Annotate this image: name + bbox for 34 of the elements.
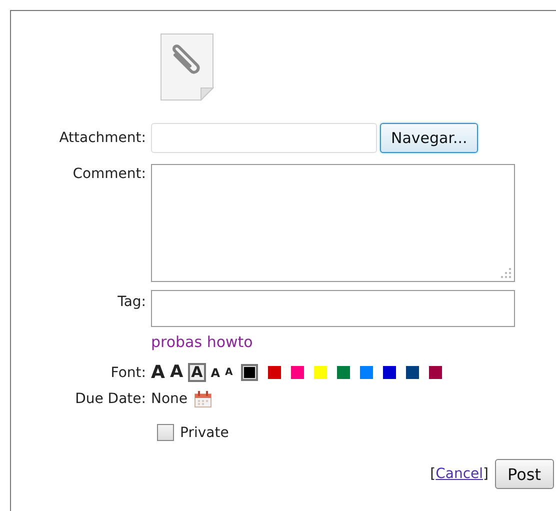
post-button[interactable]: Post: [494, 459, 554, 489]
color-swatch[interactable]: [428, 366, 442, 379]
color-swatch[interactable]: [314, 366, 327, 379]
font-size-option[interactable]: A: [151, 364, 165, 382]
bracket: ]: [483, 466, 489, 482]
comment-field[interactable]: [151, 164, 515, 282]
paperclip-document-icon: [160, 33, 214, 101]
tag-link[interactable]: probas howto: [151, 333, 253, 351]
color-swatch[interactable]: [268, 366, 281, 379]
color-swatch[interactable]: [382, 366, 396, 379]
calendar-icon[interactable]: [194, 390, 212, 408]
bracket: [: [430, 466, 436, 482]
due-date-value: None: [151, 391, 188, 407]
color-swatch[interactable]: [290, 366, 304, 379]
font-size-option[interactable]: A: [210, 366, 220, 378]
resize-grip-icon[interactable]: [500, 267, 512, 279]
color-swatch[interactable]: [336, 366, 350, 379]
tag-field[interactable]: [151, 290, 515, 327]
private-checkbox[interactable]: [157, 424, 174, 441]
field-label: Font:: [110, 364, 146, 380]
field-label: Tag:: [118, 294, 146, 310]
color-swatch[interactable]: [240, 364, 258, 381]
field-label: Comment:: [72, 166, 146, 182]
browse-button[interactable]: Navegar...: [380, 123, 478, 153]
field-label: Attachment:: [59, 130, 146, 146]
cancel-link[interactable]: Cancel: [436, 466, 484, 482]
font-size-option[interactable]: A: [170, 364, 184, 381]
color-swatch[interactable]: [360, 366, 373, 379]
font-size-option[interactable]: A: [188, 363, 206, 382]
file-path-field[interactable]: [151, 123, 377, 153]
font-size-option[interactable]: A: [225, 368, 233, 378]
field-label: Due Date:: [75, 391, 146, 407]
checkbox-label: Private: [180, 424, 229, 440]
color-swatch[interactable]: [406, 366, 419, 379]
